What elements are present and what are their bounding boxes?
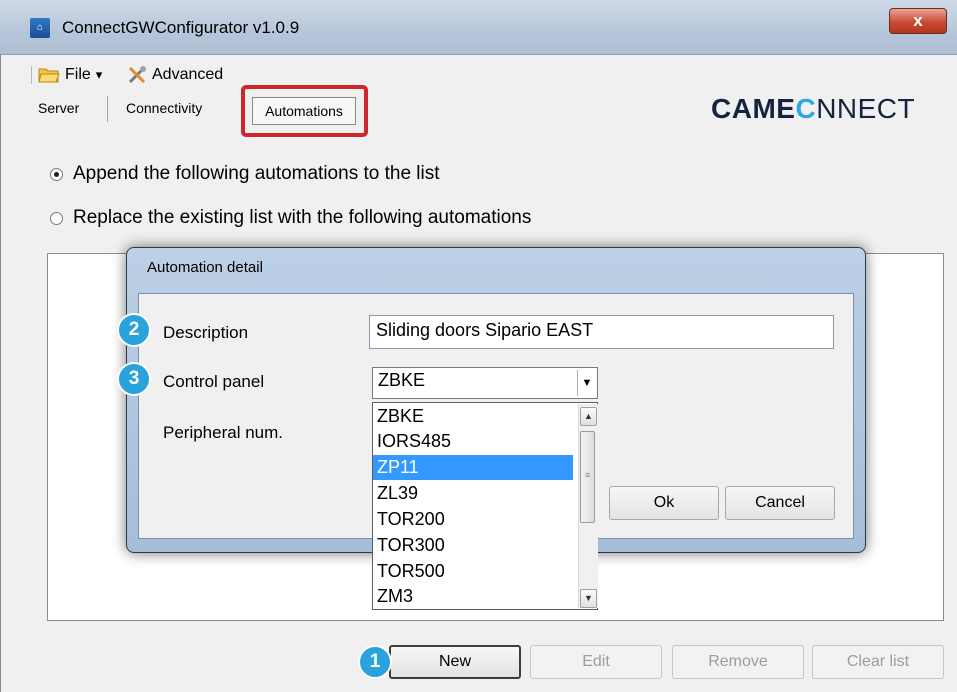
chevron-down-icon[interactable]: ▼: [577, 370, 596, 396]
tab-highlight-frame: [241, 85, 368, 137]
tab-server[interactable]: Server: [38, 100, 79, 116]
dropdown-option[interactable]: ZL39: [373, 481, 573, 506]
replace-label: Replace the existing list with the follo…: [73, 207, 532, 228]
grip-icon: ≡: [585, 470, 591, 480]
tab-separator: [107, 96, 108, 122]
control-panel-value: ZBKE: [378, 370, 426, 390]
scroll-up-icon[interactable]: ▲: [580, 407, 597, 426]
dropdown-option[interactable]: ZM3: [373, 584, 573, 609]
dropdown-option[interactable]: TOR500: [373, 559, 573, 584]
replace-radio[interactable]: [50, 211, 63, 225]
ok-button[interactable]: Ok: [609, 486, 719, 520]
dropdown-option[interactable]: IORS485: [373, 429, 573, 454]
window-title: ConnectGWConfigurator v1.0.9: [62, 18, 300, 37]
step-badge-1: 1: [358, 645, 392, 679]
step-badge-3: 3: [117, 362, 151, 396]
folder-icon: [38, 68, 60, 83]
remove-button[interactable]: Remove: [672, 645, 804, 679]
append-radio[interactable]: [50, 167, 63, 181]
description-label: Description: [163, 323, 249, 342]
description-input[interactable]: Sliding doors Sipario EAST: [369, 315, 834, 349]
advanced-menu[interactable]: Advanced: [127, 64, 223, 86]
dialog-title: Automation detail: [147, 259, 263, 276]
dropdown-option[interactable]: TOR300: [373, 533, 573, 558]
new-button[interactable]: New: [389, 645, 521, 679]
scroll-down-icon[interactable]: ▼: [580, 589, 597, 608]
tab-connectivity[interactable]: Connectivity: [126, 100, 202, 116]
tools-icon: [128, 66, 146, 84]
cancel-button[interactable]: Cancel: [725, 486, 835, 520]
edit-button[interactable]: Edit: [530, 645, 662, 679]
file-menu[interactable]: File ▾: [38, 64, 102, 86]
app-icon: ⌂: [30, 18, 50, 38]
dropdown-option[interactable]: TOR200: [373, 507, 573, 532]
menu-separator: [31, 66, 32, 84]
replace-option[interactable]: Replace the existing list with the follo…: [50, 207, 531, 229]
close-button[interactable]: x: [889, 8, 947, 34]
file-menu-label: File: [65, 66, 91, 83]
clear-list-button[interactable]: Clear list: [812, 645, 944, 679]
came-connect-logo: CAMECNNECT: [711, 93, 916, 124]
chevron-down-icon: ▾: [95, 67, 103, 82]
step-badge-2: 2: [117, 313, 151, 347]
peripheral-label: Peripheral num.: [163, 423, 284, 442]
dropdown-option[interactable]: ZBKE: [373, 404, 573, 429]
advanced-menu-label: Advanced: [152, 66, 224, 83]
append-option[interactable]: Append the following automations to the …: [50, 163, 440, 185]
dropdown-option-selected[interactable]: ZP11: [373, 455, 573, 480]
control-panel-label: Control panel: [163, 372, 265, 391]
append-label: Append the following automations to the …: [73, 163, 440, 184]
